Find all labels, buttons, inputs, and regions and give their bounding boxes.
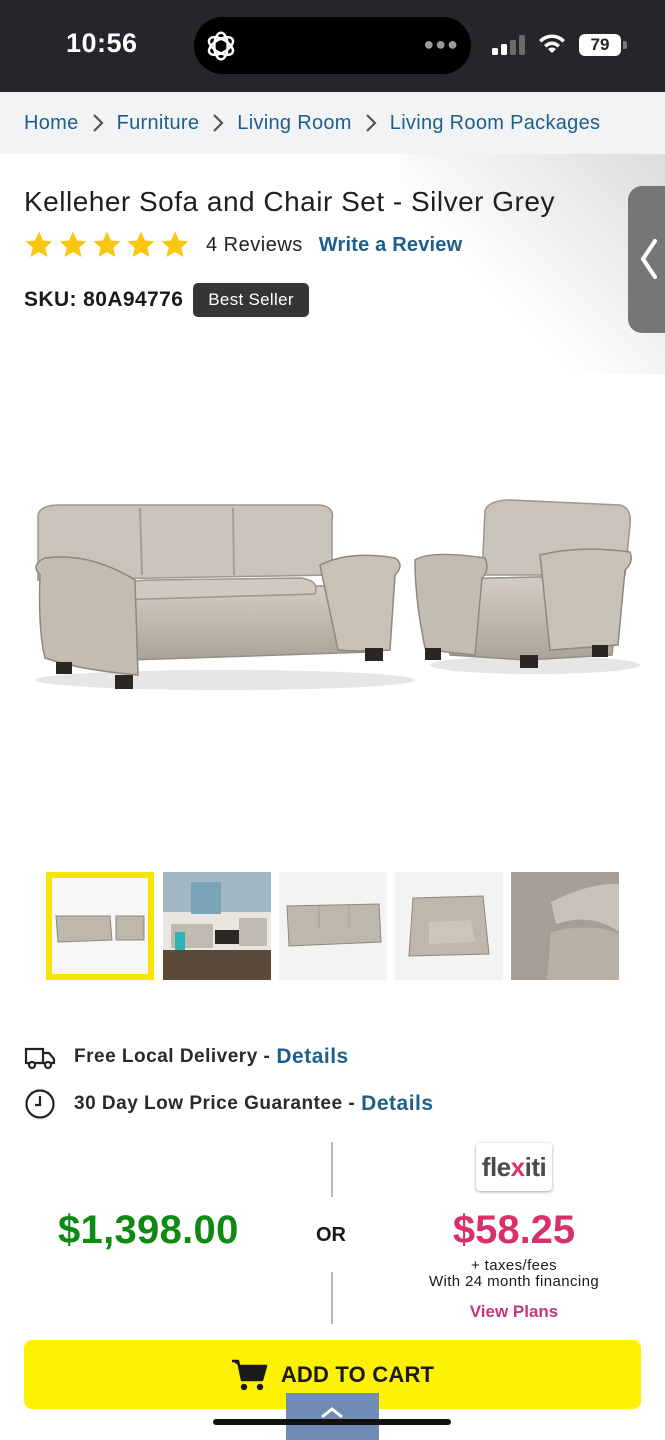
thumbnail-1[interactable] [46, 872, 154, 980]
thumbnail-2[interactable] [163, 872, 271, 980]
chevron-right-icon [365, 114, 377, 132]
financing-note: With 24 month financing [428, 1273, 600, 1290]
view-plans-link[interactable]: View Plans [400, 1302, 628, 1322]
flexiti-logo: flexiti [476, 1143, 552, 1191]
breadcrumb-packages-link[interactable]: Living Room Packages [390, 112, 601, 135]
thumbnail-sofa-image [279, 872, 387, 980]
breadcrumb: Home Furniture Living Room Living Room P… [0, 92, 665, 154]
battery-level: 79 [579, 34, 621, 56]
delivery-details-link[interactable]: Details [276, 1045, 348, 1069]
rating-row: 4 Reviews Write a Review [24, 228, 462, 262]
guarantee-row: 30 Day Low Price Guarantee - Details [24, 1088, 434, 1120]
guarantee-details-link[interactable]: Details [361, 1092, 433, 1116]
battery-tip [623, 41, 627, 49]
star-icon [93, 231, 121, 257]
product-main-image[interactable] [20, 480, 645, 710]
breadcrumb-home-link[interactable]: Home [24, 112, 79, 135]
chevron-right-icon [92, 114, 104, 132]
status-time: 10:56 [66, 28, 138, 58]
sku-row: SKU: 80A94776 Best Seller [24, 282, 309, 318]
sku-label: SKU: 80A94776 [24, 288, 184, 311]
thumbnail-chair-image [395, 872, 503, 980]
product-price: $1,398.00 [58, 1208, 239, 1252]
delivery-truck-icon [24, 1047, 56, 1070]
chevron-left-icon [640, 239, 657, 279]
thumbnail-strip [46, 872, 620, 980]
thumbnail-detail-image [511, 872, 619, 980]
star-rating[interactable] [24, 230, 190, 260]
openai-logo-icon [207, 31, 235, 61]
chevron-up-icon [321, 1407, 343, 1419]
write-review-link[interactable]: Write a Review [319, 234, 463, 257]
taxes-note: + taxes/fees [470, 1257, 558, 1274]
sofa-illustration [35, 504, 415, 690]
reviews-count-link[interactable]: 4 Reviews [206, 234, 303, 257]
chair-illustration [414, 499, 640, 674]
or-separator: OR [316, 1224, 346, 1246]
breadcrumb-living-room-link[interactable]: Living Room [237, 112, 351, 135]
scroll-to-top-button[interactable] [286, 1393, 379, 1440]
chevron-right-icon [213, 114, 224, 132]
star-icon [25, 231, 53, 257]
thumbnail-room-scene-image [163, 872, 271, 980]
more-dots-icon: ●●● [423, 34, 459, 54]
signal-icon [492, 35, 525, 55]
star-icon [127, 231, 155, 257]
star-icon [161, 231, 189, 257]
price-divider-bottom [331, 1272, 333, 1324]
price-divider-top [331, 1142, 333, 1197]
side-drawer-tab[interactable] [628, 186, 665, 333]
thumbnail-5[interactable] [511, 872, 619, 980]
clock-icon [25, 1089, 55, 1119]
best-seller-badge: Best Seller [193, 283, 309, 317]
shopping-cart-icon [231, 1359, 268, 1390]
star-icon [59, 231, 87, 257]
guarantee-label: 30 Day Low Price Guarantee - [74, 1093, 356, 1114]
product-title: Kelleher Sofa and Chair Set - Silver Gre… [24, 186, 555, 217]
delivery-label: Free Local Delivery - [74, 1046, 271, 1067]
thumbnail-sofa-chair-image [52, 878, 148, 974]
thumbnail-4[interactable] [395, 872, 503, 980]
wifi-icon [539, 34, 565, 53]
delivery-row: Free Local Delivery - Details [24, 1041, 349, 1073]
thumbnail-3[interactable] [279, 872, 387, 980]
financing-monthly-price: $58.25 [452, 1208, 576, 1252]
status-bar: 10:56 ●●● 79 [0, 0, 665, 92]
add-to-cart-label: ADD TO CART [280, 1361, 435, 1387]
home-indicator[interactable] [213, 1419, 451, 1425]
dynamic-island: ●●● [194, 17, 471, 74]
breadcrumb-furniture-link[interactable]: Furniture [117, 112, 200, 135]
